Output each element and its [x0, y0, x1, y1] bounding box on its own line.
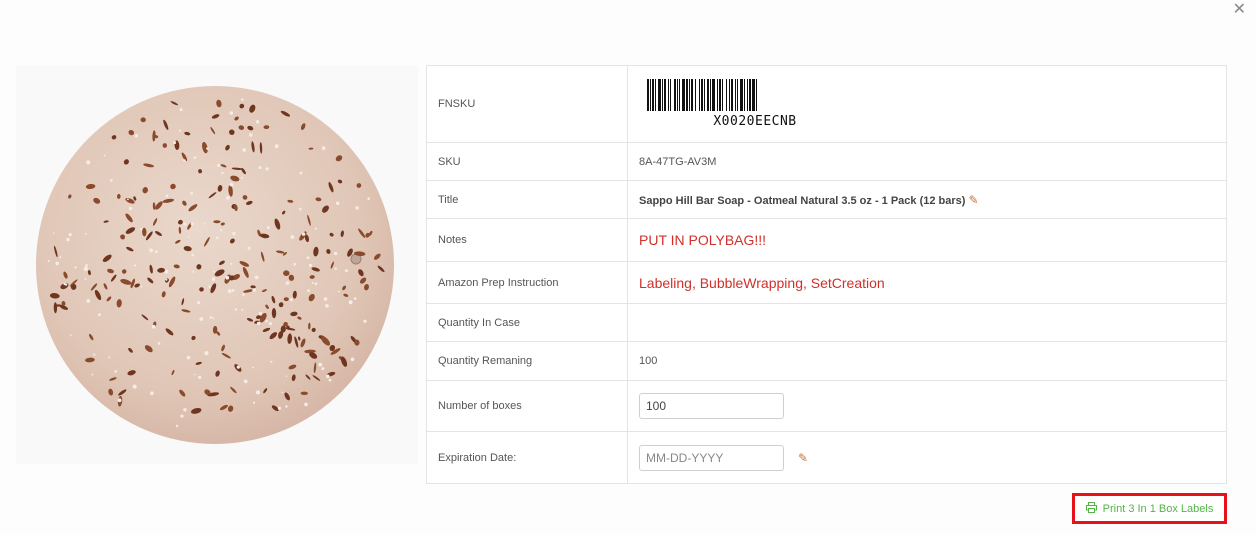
print-label: Print 3 In 1 Box Labels: [1102, 502, 1214, 515]
qty-case-label: Quantity In Case: [426, 303, 628, 342]
barcode-bars: [647, 79, 757, 111]
prep-value: Labeling, BubbleWrapping, SetCreation: [639, 274, 885, 291]
fnsku-value: X0020EECNB: [627, 65, 1227, 143]
row-sku: SKU 8A-47TG-AV3M: [426, 142, 1227, 181]
row-title: Title Sappo Hill Bar Soap - Oatmeal Natu…: [426, 180, 1227, 219]
pencil-icon[interactable]: ✎: [968, 193, 978, 207]
expiration-label: Expiration Date:: [426, 431, 628, 484]
row-fnsku: FNSKU X0020EECNB: [426, 65, 1227, 143]
notes-label: Notes: [426, 218, 628, 262]
product-image: [16, 66, 418, 464]
barcode-text: X0020EECNB: [713, 114, 797, 129]
fnsku-barcode: X0020EECNB: [645, 79, 865, 129]
fnsku-label: FNSKU: [426, 65, 628, 143]
row-qty-case: Quantity In Case: [426, 303, 1227, 342]
title-label: Title: [426, 180, 628, 219]
print-box-labels-button[interactable]: Print 3 In 1 Box Labels: [1072, 493, 1227, 524]
sku-value: 8A-47TG-AV3M: [627, 142, 1227, 181]
boxes-label: Number of boxes: [426, 380, 628, 432]
expiration-date-input[interactable]: [639, 444, 784, 471]
printer-icon: [1085, 501, 1097, 516]
row-expiration: Expiration Date: ✎: [426, 431, 1227, 484]
row-boxes: Number of boxes: [426, 380, 1227, 432]
notes-value: PUT IN POLYBAG!!!: [639, 232, 767, 248]
product-details-table: FNSKU X0020EECNB SKU 8A-47TG-AV3M Title …: [426, 65, 1227, 484]
qty-remaining-label: Quantity Remaning: [426, 341, 628, 381]
qty-remaining-value: 100: [627, 341, 1227, 381]
qty-case-value: [627, 303, 1227, 342]
prep-label: Amazon Prep Instruction: [426, 261, 628, 304]
close-icon[interactable]: ✕: [1233, 2, 1246, 18]
boxes-input[interactable]: [639, 393, 784, 419]
row-prep: Amazon Prep Instruction Labeling, Bubble…: [426, 261, 1227, 304]
title-value: Sappo Hill Bar Soap - Oatmeal Natural 3.…: [639, 194, 966, 207]
row-qty-remaining: Quantity Remaning 100: [426, 341, 1227, 381]
pencil-icon[interactable]: ✎: [798, 451, 808, 465]
row-notes: Notes PUT IN POLYBAG!!!: [426, 218, 1227, 262]
sku-label: SKU: [426, 142, 628, 181]
